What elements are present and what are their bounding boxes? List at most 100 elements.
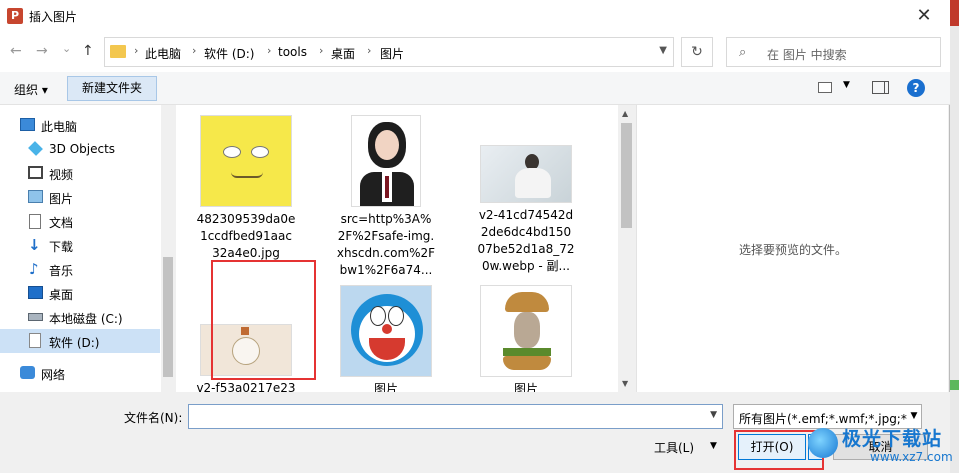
file-name-line: 1ccdfbed91aac [200,229,292,243]
file-item[interactable]: 图片 [326,285,446,392]
sidebar-item-downloads[interactable]: ↓ 下载 [0,233,160,257]
sidebar-item-local-disk-c[interactable]: 本地磁盘 (C:) [0,305,160,329]
breadcrumb-this-pc[interactable]: 此电脑 [145,45,181,62]
recent-locations-chevron-icon[interactable]: ⌄ [62,42,71,55]
download-icon: ↓ [28,236,41,254]
navigation-bar: ← → ⌄ ↑ › 此电脑 › 软件 (D:) › tools › 桌面 › 图… [0,32,950,72]
file-list-scroll-thumb[interactable] [621,123,632,228]
back-arrow-icon[interactable]: ← [10,43,22,59]
sidebar-item-label: 3D Objects [49,142,116,156]
scroll-down-icon[interactable]: ▼ [622,379,628,388]
sidebar-item-label: 软件 (D:) [49,336,100,350]
chevron-right-icon: › [319,44,324,57]
powerpoint-icon: P [7,8,23,24]
sidebar-item-music[interactable]: ♪ 音乐 [0,257,160,281]
chevron-down-icon[interactable]: ▼ [710,410,717,420]
background-window-strip [950,0,959,473]
file-name-line: v2-41cd74542d [478,208,574,222]
navigation-pane: 此电脑 3D Objects 视频 图片 文档 ↓ 下载 ♪ 音乐 桌面 本地磁… [0,105,175,392]
file-name-line: bw1%2F6a74... [339,263,433,277]
sidebar-item-videos[interactable]: 视频 [0,161,160,185]
folder-icon [110,45,126,58]
sidebar-item-label: 音乐 [49,264,74,278]
sidebar-item-3d-objects[interactable]: 3D Objects [0,137,160,161]
file-item[interactable]: 图片 [466,285,586,392]
sidebar-scrollbar[interactable] [161,105,175,392]
drive-icon [29,333,41,348]
file-list-scrollbar[interactable]: ▲ ▼ [618,105,635,392]
chevron-right-icon: › [192,44,197,57]
breadcrumb-desktop[interactable]: 桌面 [331,45,355,62]
sidebar-item-label: 文档 [49,216,74,230]
tools-menu[interactable]: 工具(L) [654,439,694,456]
watermark-text: 极光下载站 [842,428,943,450]
watermark: 极光下载站 www.xz7.com [808,420,958,472]
drive-icon [28,313,43,321]
file-name-line: src=http%3A% [340,212,432,226]
sidebar-item-label: 视频 [49,168,74,182]
file-name-line: 图片 [513,382,538,392]
view-chevron-down-icon[interactable]: ▼ [843,80,850,90]
help-icon[interactable]: ? [907,79,925,97]
file-name-line: xhscdn.com%2F [336,246,436,260]
insert-picture-dialog: P 插入图片 ✕ ← → ⌄ ↑ › 此电脑 › 软件 (D:) › tools… [0,0,950,473]
address-bar[interactable]: › 此电脑 › 软件 (D:) › tools › 桌面 › 图片 ▼ [104,37,674,67]
breadcrumb-tools[interactable]: tools [278,45,307,59]
sidebar-item-documents[interactable]: 文档 [0,209,160,233]
filename-label: 文件名(N): [124,411,183,425]
sidebar-item-label: 此电脑 [41,120,78,134]
preview-pane-toggle-icon[interactable] [872,81,889,94]
sidebar-item-desktop[interactable]: 桌面 [0,281,160,305]
sidebar-item-network[interactable]: 网络 [0,361,160,385]
file-item[interactable]: 482309539da0e 1ccdfbed91aac 32a4e0.jpg [186,115,306,262]
preview-pane: 选择要预览的文件。 [636,105,948,392]
dialog-title: 插入图片 [29,10,78,24]
new-folder-button[interactable]: 新建文件夹 [67,76,157,101]
file-thumbnail-burger-cat [480,285,572,377]
sidebar-item-this-pc[interactable]: 此电脑 [0,113,160,137]
chevron-right-icon: › [267,44,272,57]
file-thumbnail-doraemon [340,285,432,377]
chevron-down-icon[interactable]: ▼ [659,45,667,56]
file-name-line: 07be52d1a8_72 [477,242,575,256]
file-name-line: 0w.webp - 副... [482,259,570,273]
view-options-icon[interactable] [818,82,832,93]
file-name-line: 2de6dc4bd150 [480,225,572,239]
cube-icon [28,141,43,156]
scroll-up-icon[interactable]: ▲ [622,109,628,118]
breadcrumb-drive-d[interactable]: 软件 (D:) [204,45,254,62]
watermark-logo-icon [808,428,838,458]
file-item[interactable]: src=http%3A% 2F%2Fsafe-img. xhscdn.com%2… [326,115,446,279]
refresh-button[interactable]: ↻ [681,37,713,67]
sidebar-item-label: 本地磁盘 (C:) [49,312,123,326]
video-icon [28,166,43,179]
document-icon [29,214,41,229]
up-arrow-icon[interactable]: ↑ [82,43,94,59]
highlight-box-file [211,260,316,380]
forward-arrow-icon[interactable]: → [36,43,48,59]
watermark-url: www.xz7.com [870,450,953,464]
sidebar-item-label: 桌面 [49,288,74,302]
sidebar-item-label: 下载 [49,240,74,254]
sidebar-item-pictures[interactable]: 图片 [0,185,160,209]
chevron-right-icon: › [367,44,372,57]
file-item[interactable]: v2-41cd74542d 2de6dc4bd150 07be52d1a8_72… [466,115,586,275]
filename-input[interactable]: ▼ [188,404,723,429]
file-name-line: 482309539da0e [196,212,296,226]
sidebar-item-software-d[interactable]: 软件 (D:) [0,329,160,353]
breadcrumb-pictures[interactable]: 图片 [380,45,404,62]
music-icon: ♪ [29,260,39,278]
search-placeholder: 在 图片 中搜索 [767,48,847,62]
organize-menu[interactable]: 组织 ▾ [14,81,48,98]
tools-chevron-down-icon[interactable]: ▼ [710,441,717,451]
sidebar-scroll-thumb[interactable] [163,257,173,377]
sidebar-item-label: 网络 [41,368,66,382]
close-button[interactable]: ✕ [912,4,936,28]
computer-icon [20,118,35,131]
search-input[interactable]: ⌕ 在 图片 中搜索 [726,37,941,67]
picture-icon [28,190,43,203]
file-name-line: 图片 [373,382,398,392]
preview-message: 选择要预览的文件。 [738,243,847,257]
background-window-accent [950,380,959,390]
title-bar: P 插入图片 ✕ [0,0,950,32]
